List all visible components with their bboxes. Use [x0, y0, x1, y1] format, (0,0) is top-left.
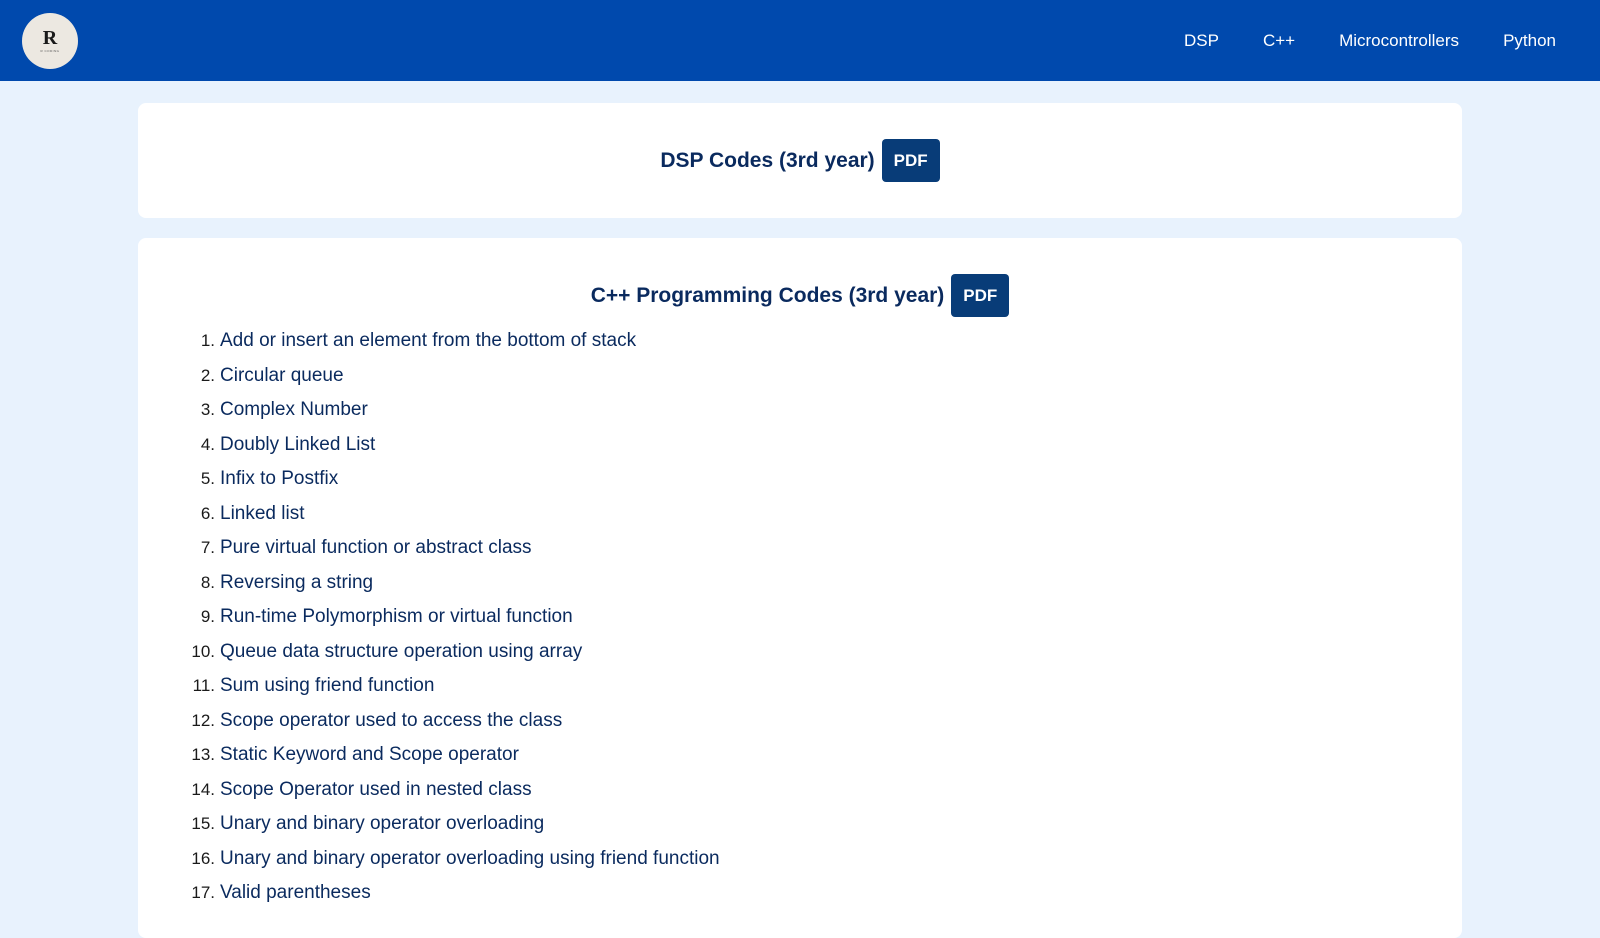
nav-link-python[interactable]: Python	[1503, 31, 1556, 51]
dsp-section-heading: DSP Codes (3rd year) PDF	[660, 139, 940, 182]
code-list-item[interactable]: 14. Scope Operator used in nested class	[182, 779, 720, 814]
code-list-item[interactable]: 1. Add or insert an element from the bott…	[182, 330, 720, 365]
nav-links: DSP C++ Microcontrollers Python	[1140, 31, 1556, 51]
list-item-number: 10.	[191, 641, 215, 661]
list-item-label[interactable]: Add or insert an element from the bottom…	[220, 330, 636, 352]
list-item-label[interactable]: Static Keyword and Scope operator	[220, 744, 519, 766]
list-item-label[interactable]: Scope operator used to access the class	[220, 710, 562, 732]
list-item-number: 12.	[191, 710, 215, 730]
list-item-number: 2.	[200, 365, 215, 385]
code-list-item[interactable]: 10. Queue data structure operation using …	[182, 641, 720, 676]
code-list-item[interactable]: 5. Infix to Postfix	[182, 468, 720, 503]
list-item-label[interactable]: Linked list	[220, 503, 305, 525]
nav-link-cpp[interactable]: C++	[1263, 31, 1295, 51]
list-item-label[interactable]: Scope Operator used in nested class	[220, 779, 532, 801]
list-item-number: 6.	[200, 503, 215, 523]
list-item-number: 14.	[191, 779, 215, 799]
code-list-item[interactable]: 3. Complex Number	[182, 399, 720, 434]
list-item-label[interactable]: Queue data structure operation using arr…	[220, 641, 582, 663]
list-item-number: 13.	[191, 745, 215, 764]
nav-link-microcontrollers[interactable]: Microcontrollers	[1339, 31, 1459, 51]
list-item-label[interactable]: Unary and binary operator overloading	[220, 813, 544, 835]
cpp-section-title: C++ Programming Codes (3rd year)	[590, 283, 945, 307]
list-item-number: 16.	[191, 848, 215, 868]
list-item-number: 17.	[191, 883, 215, 902]
list-item-label[interactable]: Run-time Polymorphism or virtual functio…	[220, 606, 573, 628]
cpp-section-card: C++ Programming Codes (3rd year) PDF 1. A…	[138, 238, 1462, 938]
list-item-number: 8.	[200, 572, 215, 592]
dsp-section-card: DSP Codes (3rd year) PDF	[138, 103, 1462, 218]
code-list-item[interactable]: 16. Unary and binary operator overloading…	[182, 848, 720, 883]
code-list-item[interactable]: 7. Pure virtual function or abstract clas…	[182, 537, 720, 572]
list-item-label[interactable]: Complex Number	[220, 399, 368, 421]
list-item-label[interactable]: Unary and binary operator overloading us…	[220, 848, 720, 870]
code-list-item[interactable]: 17. Valid parentheses	[182, 882, 720, 917]
list-item-number: 11.	[192, 676, 215, 695]
list-item-number: 3.	[200, 400, 215, 419]
nav-link-dsp[interactable]: DSP	[1184, 31, 1219, 51]
logo-subtext: R CODING	[40, 48, 60, 53]
code-list-item[interactable]: 12. Scope operator used to access the cla…	[182, 710, 720, 745]
site-logo[interactable]: R R CODING	[22, 12, 78, 69]
list-item-number: 1.	[200, 331, 215, 350]
list-item-label[interactable]: Circular queue	[220, 365, 344, 387]
code-list-item[interactable]: 2. Circular queue	[182, 365, 720, 400]
cpp-section-heading: C++ Programming Codes (3rd year) PDF	[138, 274, 1462, 317]
list-item-number: 4.	[200, 434, 215, 454]
list-item-label[interactable]: Infix to Postfix	[220, 468, 338, 490]
code-list-item[interactable]: 8. Reversing a string	[182, 572, 720, 607]
code-list-item[interactable]: 11. Sum using friend function	[182, 675, 720, 710]
code-list-item[interactable]: 6. Linked list	[182, 503, 720, 538]
list-item-number: 15.	[191, 814, 215, 833]
list-item-number: 7.	[200, 538, 215, 557]
list-item-label[interactable]: Pure virtual function or abstract class	[220, 537, 532, 559]
top-navbar: R R CODING DSP C++ Microcontrollers Pyth…	[0, 0, 1600, 81]
code-list-item[interactable]: 15. Unary and binary operator overloading	[182, 813, 720, 848]
dsp-pdf-button[interactable]: PDF	[881, 139, 940, 182]
dsp-section-title: DSP Codes (3rd year)	[660, 148, 875, 172]
cpp-pdf-button[interactable]: PDF	[951, 274, 1010, 317]
logo-letter: R	[42, 26, 58, 49]
list-item-number: 5.	[200, 469, 215, 488]
list-item-number: 9.	[200, 607, 215, 626]
list-item-label[interactable]: Doubly Linked List	[220, 434, 375, 456]
list-item-label[interactable]: Reversing a string	[220, 572, 373, 594]
code-list-item[interactable]: 13. Static Keyword and Scope operator	[182, 744, 720, 779]
code-list-item[interactable]: 4. Doubly Linked List	[182, 434, 720, 469]
list-item-label[interactable]: Sum using friend function	[220, 675, 434, 697]
code-list-item[interactable]: 9. Run-time Polymorphism or virtual funct…	[182, 606, 720, 641]
cpp-code-list: 1. Add or insert an element from the bott…	[182, 330, 720, 917]
